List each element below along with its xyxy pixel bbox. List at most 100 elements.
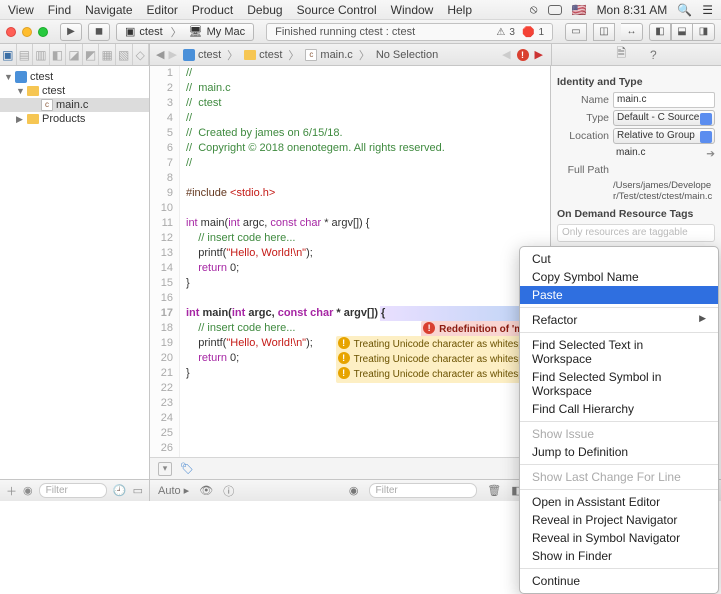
source-editor[interactable]: 1//2// main.c3// ctest4//5// Created by …: [150, 66, 551, 479]
scheme-selector[interactable]: ▣ctest 〉 🖥My Mac: [116, 23, 254, 41]
navigator-tab-7[interactable]: ▧: [116, 44, 133, 65]
menu-separator: [520, 421, 718, 422]
ctx-continue[interactable]: Continue: [520, 572, 718, 590]
toggle-inspector-button[interactable]: ◨: [693, 23, 715, 41]
ctx-paste[interactable]: Paste: [520, 286, 718, 304]
navigator-tab-5[interactable]: ◩: [83, 44, 100, 65]
tree-project[interactable]: ▼ctest: [0, 70, 149, 84]
mac-icon: 🖥: [189, 25, 203, 38]
ctx-find-selected-text-in-workspace[interactable]: Find Selected Text in Workspace: [520, 336, 718, 368]
fullpath-label: Full Path: [557, 164, 609, 176]
toggle-navigator-button[interactable]: ◧: [649, 23, 671, 41]
type-select[interactable]: Default - C Source: [613, 110, 715, 126]
ctx-cut[interactable]: Cut: [520, 250, 718, 268]
menu-separator: [520, 332, 718, 333]
reveal-arrow-icon[interactable]: ➔: [706, 148, 715, 160]
ctx-copy-symbol-name[interactable]: Copy Symbol Name: [520, 268, 718, 286]
ctx-show-in-finder[interactable]: Show in Finder: [520, 547, 718, 565]
project-navigator[interactable]: ▼ctest ▼ctest cmain.c ▶Products: [0, 66, 150, 479]
ctx-find-selected-symbol-in-workspace[interactable]: Find Selected Symbol in Workspace: [520, 368, 718, 400]
ctx-reveal-in-project-navigator[interactable]: Reveal in Project Navigator: [520, 511, 718, 529]
auto-scope-button[interactable]: Auto ▸: [158, 484, 189, 497]
recent-filter-icon[interactable]: 🕘: [113, 484, 127, 497]
ctx-reveal-in-symbol-navigator[interactable]: Reveal in Symbol Navigator: [520, 529, 718, 547]
version-editor-button[interactable]: ↔: [621, 23, 643, 41]
menu-find[interactable]: Find: [48, 3, 71, 17]
debug-filter-input[interactable]: Filter: [369, 483, 478, 498]
scm-filter-icon[interactable]: ▭: [133, 484, 143, 497]
menu-help[interactable]: Help: [447, 3, 472, 17]
ctx-refactor[interactable]: Refactor: [520, 311, 718, 329]
c-file-icon: c: [305, 49, 317, 61]
minimize-window-button[interactable]: [22, 27, 32, 37]
jump-crumb-file: cmain.c: [301, 49, 356, 61]
jump-bar-issues[interactable]: ◀ ! ▶: [494, 48, 551, 61]
close-window-button[interactable]: [6, 27, 16, 37]
ctx-show-issue: Show Issue: [520, 425, 718, 443]
prev-issue-button[interactable]: ◀: [502, 48, 510, 61]
navigator-tab-0[interactable]: ▣: [0, 44, 17, 65]
odrt-heading: On Demand Resource Tags: [557, 208, 715, 220]
ctx-open-in-assistant-editor[interactable]: Open in Assistant Editor: [520, 493, 718, 511]
folder-icon: [244, 50, 256, 60]
stop-button[interactable]: ◼: [88, 23, 110, 41]
forward-button[interactable]: ▶: [168, 48, 176, 61]
zoom-window-button[interactable]: [38, 27, 48, 37]
menu-window[interactable]: Window: [391, 3, 434, 17]
ctx-jump-to-definition[interactable]: Jump to Definition: [520, 443, 718, 461]
error-count[interactable]: 🛑1: [522, 27, 544, 38]
navigator-filter-input[interactable]: Filter: [39, 483, 107, 498]
navigator-tab-6[interactable]: ▦: [99, 44, 116, 65]
navigator-bottom-bar: ＋ ◉ Filter 🕘 ▭: [0, 480, 150, 501]
ctx-find-call-hierarchy[interactable]: Find Call Hierarchy: [520, 400, 718, 418]
navigator-tab-3[interactable]: ◧: [50, 44, 67, 65]
tree-products[interactable]: ▶Products: [0, 112, 149, 126]
menu-source-control[interactable]: Source Control: [297, 3, 377, 17]
menu-editor[interactable]: Editor: [147, 3, 178, 17]
navigator-tab-2[interactable]: ▥: [33, 44, 50, 65]
menu-debug[interactable]: Debug: [247, 3, 282, 17]
identity-type-heading: Identity and Type: [557, 76, 715, 88]
panel-toggle-segmented[interactable]: ◧ ⬓ ◨: [649, 23, 715, 41]
back-button[interactable]: ◀: [156, 48, 164, 61]
jump-crumb-group: ctest: [240, 49, 286, 61]
menu-product[interactable]: Product: [192, 3, 233, 17]
debug-bar: ▾ 🏷: [150, 457, 550, 479]
location-select[interactable]: Relative to Group: [613, 128, 715, 144]
toggle-debug-area-button[interactable]: ⬓: [671, 23, 693, 41]
jump-bar[interactable]: ◀ ▶ ctest 〉 ctest 〉 cmain.c 〉 No Selecti…: [150, 44, 494, 65]
name-field[interactable]: main.c: [613, 92, 715, 108]
menubar-items: View Find Navigate Editor Product Debug Source…: [8, 3, 472, 17]
notification-center-icon[interactable]: ☰: [702, 3, 713, 17]
tree-file-selected[interactable]: cmain.c: [0, 98, 149, 112]
assistant-editor-button[interactable]: ◫: [593, 23, 615, 41]
navigator-tab-1[interactable]: ▤: [17, 44, 34, 65]
tree-group[interactable]: ▼ctest: [0, 84, 149, 98]
add-button[interactable]: ＋: [6, 483, 17, 499]
menubar-status: ⦸ 🇺🇸 Mon 8:31 AM 🔍 ☰: [530, 2, 713, 17]
quick-help-tab[interactable]: ?: [650, 48, 657, 62]
xcode-toolbar: ▶ ◼ ▣ctest 〉 🖥My Mac Finished running ct…: [0, 20, 721, 44]
filter-scope-icon[interactable]: ◉: [23, 484, 33, 497]
file-inspector-tab[interactable]: 🗎: [616, 44, 626, 65]
input-flag-icon[interactable]: 🇺🇸: [572, 3, 587, 17]
breakpoints-button[interactable]: ▾: [158, 462, 172, 476]
navigator-tab-8[interactable]: ◇: [133, 44, 150, 65]
menu-navigate[interactable]: Navigate: [85, 3, 132, 17]
debug-tag-icon[interactable]: 🏷: [180, 462, 194, 475]
spotlight-icon[interactable]: 🔍: [677, 3, 692, 17]
jump-crumb-project: ctest: [179, 49, 225, 61]
trash-icon[interactable]: 🗑: [487, 484, 501, 497]
run-button[interactable]: ▶: [60, 23, 82, 41]
context-menu[interactable]: CutCopy Symbol NamePaste Refactor Find Sel…: [519, 246, 719, 594]
warning-count[interactable]: ⚠3: [496, 27, 515, 38]
standard-editor-button[interactable]: ▭: [565, 23, 587, 41]
location-label: Location: [557, 130, 609, 142]
editor-mode-segmented[interactable]: ▭ ◫ ↔: [565, 23, 643, 41]
eye-icon[interactable]: 👁: [199, 484, 213, 497]
code-area[interactable]: 1//2// main.c3// ctest4//5// Created by …: [150, 66, 550, 457]
next-issue-button[interactable]: ▶: [535, 48, 543, 61]
navigator-tab-4[interactable]: ◪: [66, 44, 83, 65]
menu-view[interactable]: View: [8, 3, 34, 17]
info-icon[interactable]: ⓘ: [223, 483, 234, 499]
